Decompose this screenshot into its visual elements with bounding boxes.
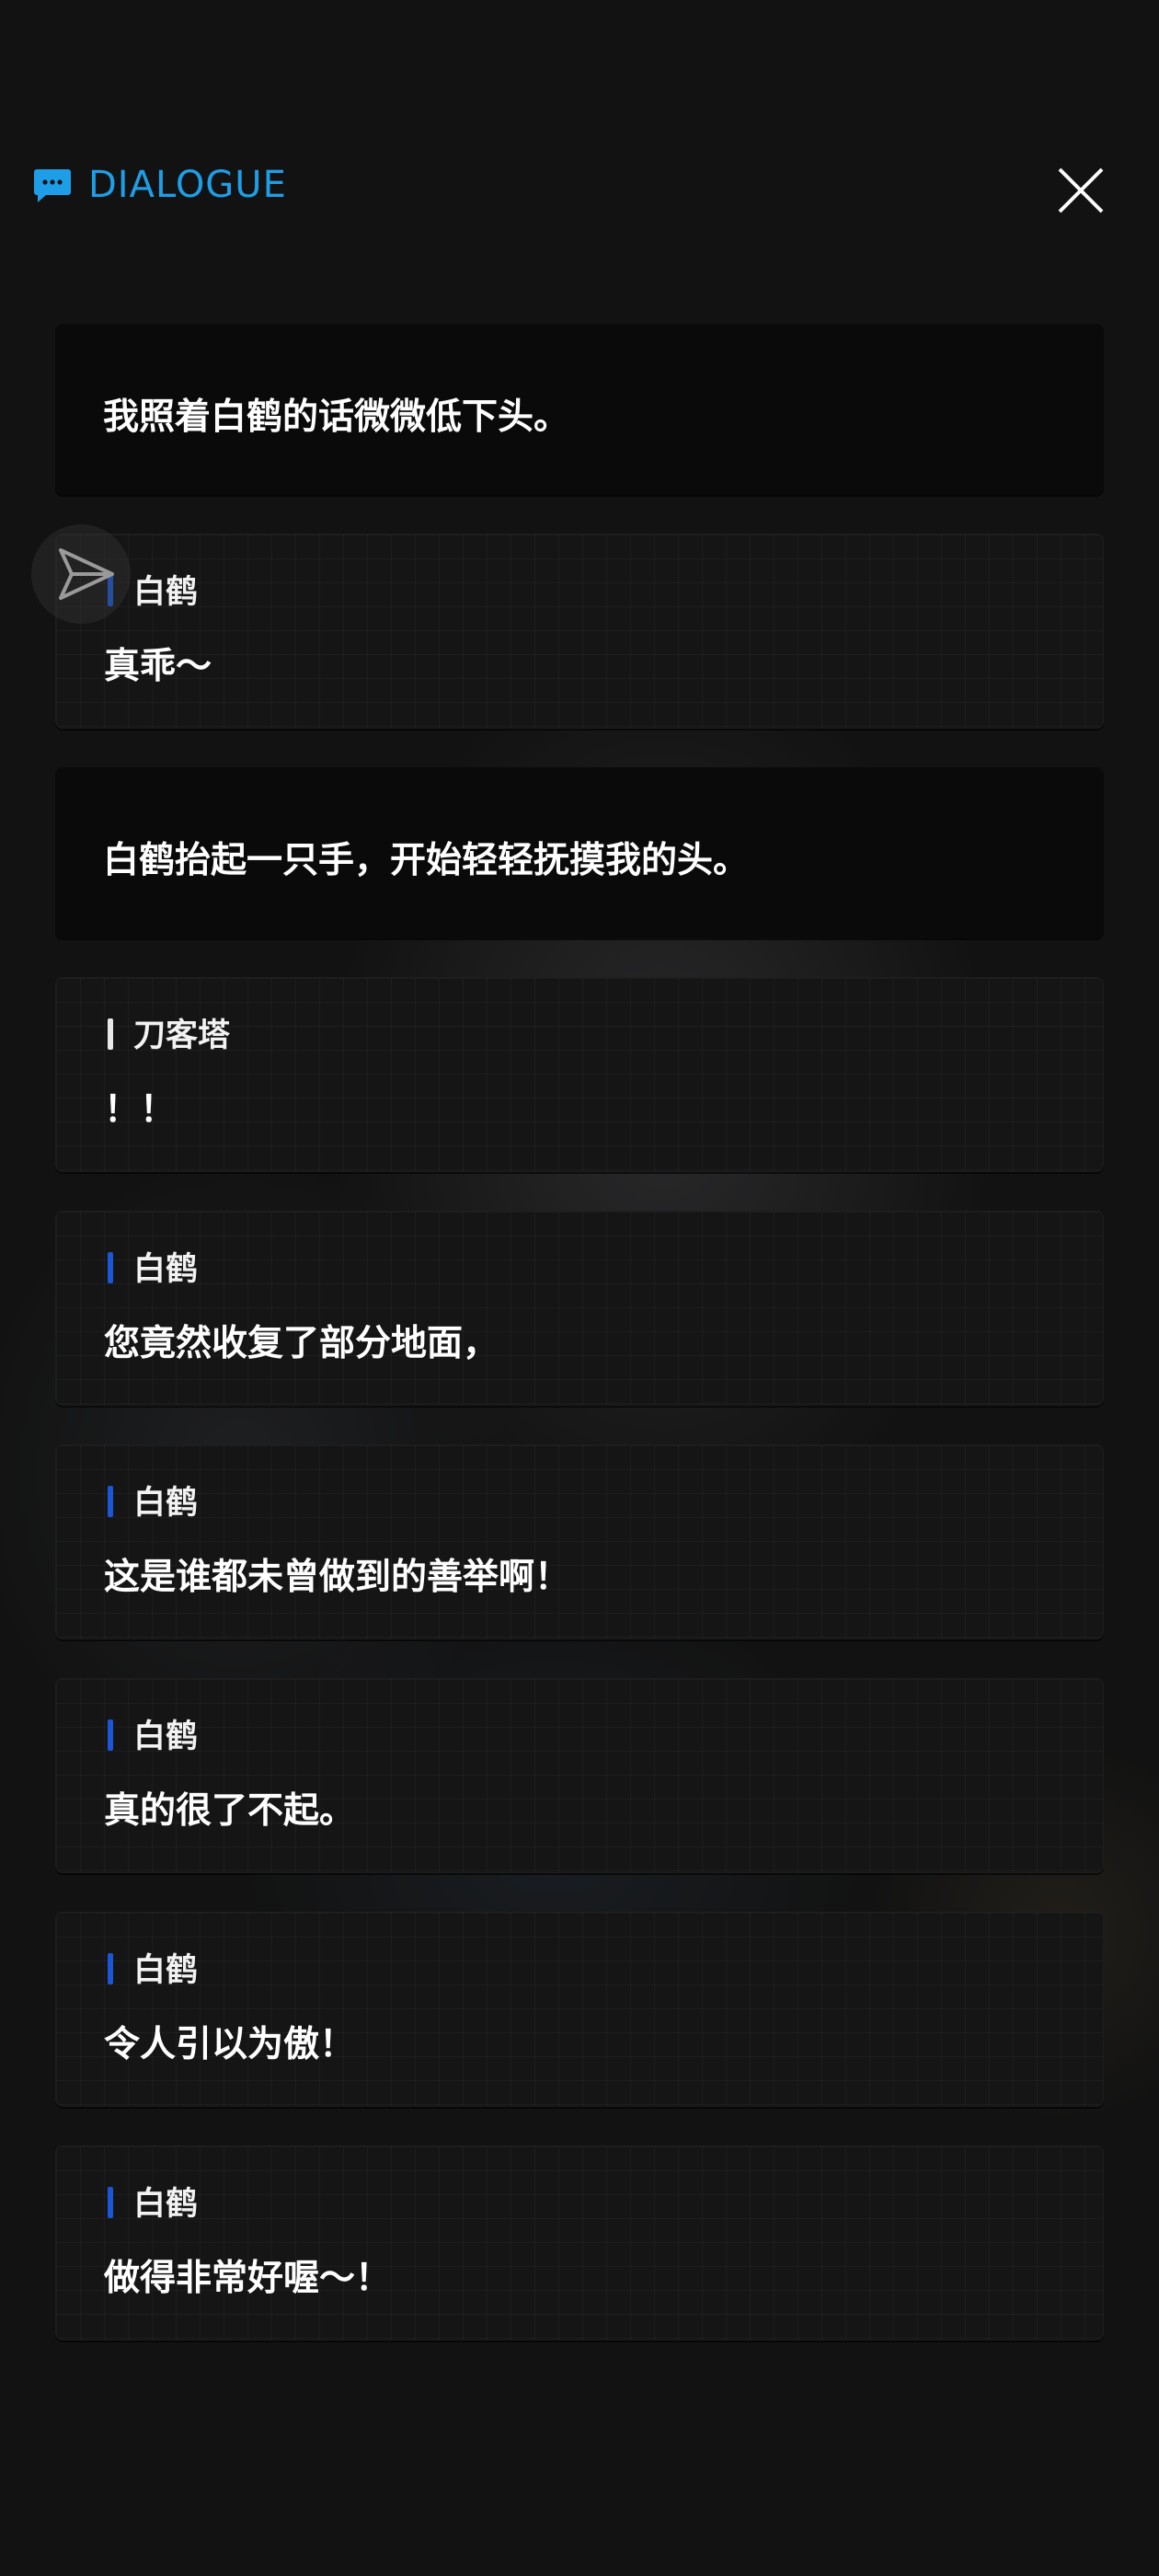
speaker-name: 白鹤 [133,574,199,611]
speech-card: 白鹤令人引以为傲！ [55,1912,1104,2107]
narration-card: 我照着白鹤的话微微低下头。 [55,324,1104,495]
speaker-indicator-bar [108,2187,113,2218]
speaker-indicator-bar [108,1486,113,1517]
narration-text: 我照着白鹤的话微微低下头。 [103,397,570,438]
dialogue-log-screen: DIALOGUE 我照着白鹤的话微微低下头。 白鹤 真乖～ 白鹤抬起一只手，开始轻轻抚… [0,0,1159,2576]
speaker-indicator-bar [108,1018,113,1050]
close-icon[interactable] [1049,158,1113,223]
dialogue-line-text: 做得非常好喔～！ [104,2258,392,2299]
dialogue-header: DIALOGUE [0,147,1159,230]
dialogue-list[interactable]: 我照着白鹤的话微微低下头。 白鹤 真乖～ 白鹤抬起一只手，开始轻轻抚摸我的头。 刀客塔！… [55,324,1104,2379]
dialogue-line-text: 这是谁都未曾做到的善举啊！ [104,1557,571,1598]
speaker-name: 白鹤 [133,1485,199,1522]
speaker-name: 白鹤 [133,1952,199,1989]
speech-card: 白鹤您竟然收复了部分地面， [55,1211,1104,1406]
speech-card: 刀客塔 ！！ [55,977,1104,1172]
dialogue-line-text: 真的很了不起。 [104,1790,356,1832]
speaker-name: 刀客塔 [133,1018,231,1054]
speech-card: 白鹤这是谁都未曾做到的善举啊！ [55,1444,1104,1639]
dialogue-title: DIALOGUE [88,164,287,206]
speaker-indicator-bar [108,1252,113,1283]
speech-card: 白鹤真的很了不起。 [55,1678,1104,1873]
speaker-name: 白鹤 [133,2186,199,2223]
dialogue-line-text: ！！ [104,1089,177,1131]
dialogue-line-text: 真乖～ [104,646,212,687]
speaker-name: 白鹤 [133,1719,199,1755]
speaker-indicator-bar [108,1953,113,1984]
speech-card: 白鹤真乖～ [55,534,1104,729]
speaker-name: 白鹤 [133,1251,199,1288]
send-arrow-icon[interactable] [31,524,131,624]
dialogue-line-text: 令人引以为傲！ [104,2024,356,2065]
speech-card: 白鹤做得非常好喔～！ [55,2145,1104,2340]
chat-bubble-icon [34,169,71,202]
narration-card: 白鹤抬起一只手，开始轻轻抚摸我的头。 [55,767,1104,938]
narration-text: 白鹤抬起一只手，开始轻轻抚摸我的头。 [103,840,750,881]
speaker-indicator-bar [108,1719,113,1751]
dialogue-line-text: 您竟然收复了部分地面， [104,1323,499,1364]
